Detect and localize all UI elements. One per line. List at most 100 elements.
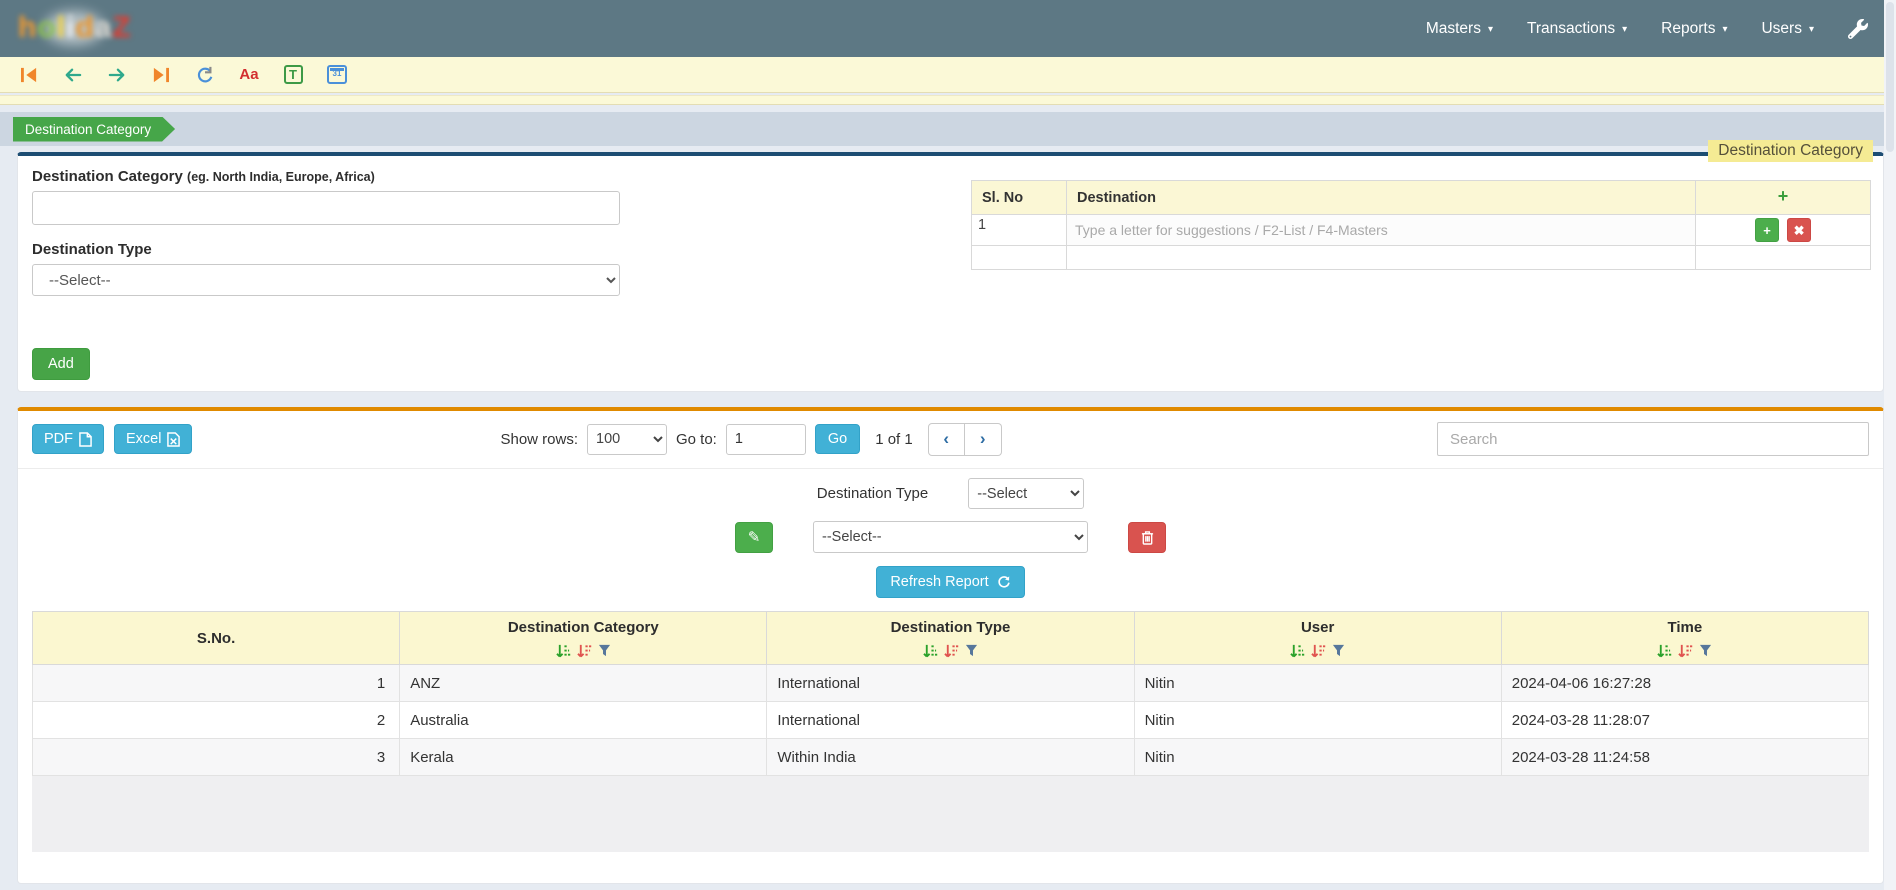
chevron-down-icon: ▾ <box>1809 24 1814 35</box>
menu-users[interactable]: Users ▾ <box>1761 20 1814 38</box>
menu-masters[interactable]: Masters ▾ <box>1426 20 1493 38</box>
calendar-icon[interactable]: 31 <box>326 65 348 85</box>
row-remove-button[interactable]: ✖ <box>1787 218 1811 242</box>
refresh-icon <box>997 575 1011 589</box>
edit-record-select[interactable]: --Select-- <box>813 521 1088 553</box>
col-header-destination-category: Destination Category <box>400 612 767 665</box>
go-button[interactable]: Go <box>815 424 860 454</box>
filter-type-select[interactable]: --Select <box>968 478 1084 509</box>
first-page-icon[interactable] <box>18 65 40 85</box>
quick-row-number: 1 <box>972 215 1067 246</box>
menu-transactions[interactable]: Transactions ▾ <box>1527 20 1627 38</box>
col-title: Destination Type <box>771 619 1129 636</box>
col-title: Destination Category <box>404 619 762 636</box>
destination-suggest-input[interactable] <box>1067 215 1695 245</box>
record-navigation-toolbar: Aa T 31 <box>0 57 1884 93</box>
empty-cell <box>1696 246 1871 270</box>
col-title: S.No. <box>37 630 395 647</box>
refresh-report-button[interactable]: Refresh Report <box>876 566 1024 598</box>
sort-desc-icon[interactable] <box>944 644 959 658</box>
menu-reports-label: Reports <box>1661 20 1715 38</box>
menu-reports[interactable]: Reports ▾ <box>1661 20 1727 38</box>
sort-asc-icon[interactable] <box>1657 644 1672 658</box>
delete-button[interactable] <box>1128 522 1166 553</box>
sort-desc-icon[interactable] <box>1311 644 1326 658</box>
pdf-button-label: PDF <box>44 431 73 447</box>
previous-icon[interactable] <box>62 65 84 85</box>
pdf-file-icon <box>79 432 92 447</box>
filter-funnel-icon[interactable] <box>598 644 611 657</box>
filter-funnel-icon[interactable] <box>965 644 978 657</box>
col-title: Time <box>1506 619 1864 636</box>
type-filter-row: Destination Type --Select <box>18 478 1883 509</box>
settings-wrench-icon[interactable] <box>1848 19 1868 39</box>
show-rows-select[interactable]: 100 <box>587 424 667 455</box>
sort-asc-icon[interactable] <box>1290 644 1305 658</box>
table-cell: 2024-03-28 11:28:07 <box>1501 702 1868 739</box>
refresh-report-label: Refresh Report <box>890 574 988 590</box>
sort-asc-icon[interactable] <box>923 644 938 658</box>
goto-label: Go to: <box>676 431 717 448</box>
category-label-text: Destination Category <box>32 168 183 185</box>
vertical-scrollbar[interactable] <box>1884 0 1896 890</box>
quick-entry-table: Sl. No Destination + 1 + ✖ <box>971 180 1871 270</box>
excel-export-button[interactable]: Excel <box>114 424 192 454</box>
row-add-button[interactable]: + <box>1755 218 1779 242</box>
pagination-controls: Show rows: 100 Go to: Go 1 of 1 ‹ › <box>500 423 1001 456</box>
table-cell: Australia <box>400 702 767 739</box>
pdf-export-button[interactable]: PDF <box>32 424 104 454</box>
table-cell: Kerala <box>400 739 767 776</box>
text-format-icon[interactable]: T <box>282 65 304 85</box>
menu-masters-label: Masters <box>1426 20 1481 38</box>
col-header-destination-type: Destination Type <box>767 612 1134 665</box>
category-input[interactable] <box>32 191 620 225</box>
prev-page-button[interactable]: ‹ <box>928 423 965 456</box>
goto-page-input[interactable] <box>726 424 806 455</box>
table-footer-space <box>32 776 1869 852</box>
quick-table-row: 1 + ✖ <box>972 215 1871 246</box>
menu-users-label: Users <box>1761 20 1801 38</box>
text-format-glyph: T <box>284 65 303 84</box>
col-header-time: Time <box>1501 612 1868 665</box>
table-cell: International <box>767 665 1134 702</box>
type-select[interactable]: --Select-- <box>32 264 620 296</box>
filter-funnel-icon[interactable] <box>1332 644 1345 657</box>
scrollbar-thumb[interactable] <box>1886 2 1894 152</box>
breadcrumb[interactable]: Destination Category <box>13 117 175 142</box>
filter-funnel-icon[interactable] <box>1699 644 1712 657</box>
table-cell: 3 <box>33 739 400 776</box>
table-cell: 1 <box>33 665 400 702</box>
sort-desc-icon[interactable] <box>1678 644 1693 658</box>
show-rows-label: Show rows: <box>500 431 578 448</box>
next-icon[interactable] <box>106 65 128 85</box>
app-logo: holidaZ <box>10 5 150 53</box>
pager: ‹ › <box>928 423 1002 456</box>
report-table-body: 1ANZInternationalNitin2024-04-06 16:27:2… <box>33 665 1869 776</box>
sort-desc-icon[interactable] <box>577 644 592 658</box>
edit-button[interactable]: ✎ <box>735 522 773 553</box>
add-button[interactable]: Add <box>32 348 90 380</box>
quick-table-title: Destination Category <box>1708 140 1873 162</box>
last-page-icon[interactable] <box>150 65 172 85</box>
table-cell: International <box>767 702 1134 739</box>
page-status: 1 of 1 <box>875 431 913 448</box>
excel-button-label: Excel <box>126 431 161 447</box>
edit-delete-row: ✎ --Select-- <box>18 521 1883 553</box>
table-cell: Nitin <box>1134 702 1501 739</box>
excel-file-icon <box>167 432 180 447</box>
undo-icon[interactable] <box>194 65 216 85</box>
sort-asc-icon[interactable] <box>556 644 571 658</box>
quick-destination-cell <box>1067 215 1696 246</box>
col-header-user: User <box>1134 612 1501 665</box>
search-input[interactable] <box>1437 422 1869 456</box>
font-size-icon[interactable]: Aa <box>238 65 260 85</box>
empty-cell <box>972 246 1067 270</box>
table-cell: ANZ <box>400 665 767 702</box>
secondary-toolbar-strip <box>0 95 1884 105</box>
plus-icon[interactable]: + <box>1778 186 1789 206</box>
table-cell: Nitin <box>1134 665 1501 702</box>
quick-row-actions: + ✖ <box>1696 215 1871 246</box>
col-header-sno: S.No. <box>33 612 400 665</box>
table-cell: Nitin <box>1134 739 1501 776</box>
next-page-button[interactable]: › <box>965 423 1002 456</box>
